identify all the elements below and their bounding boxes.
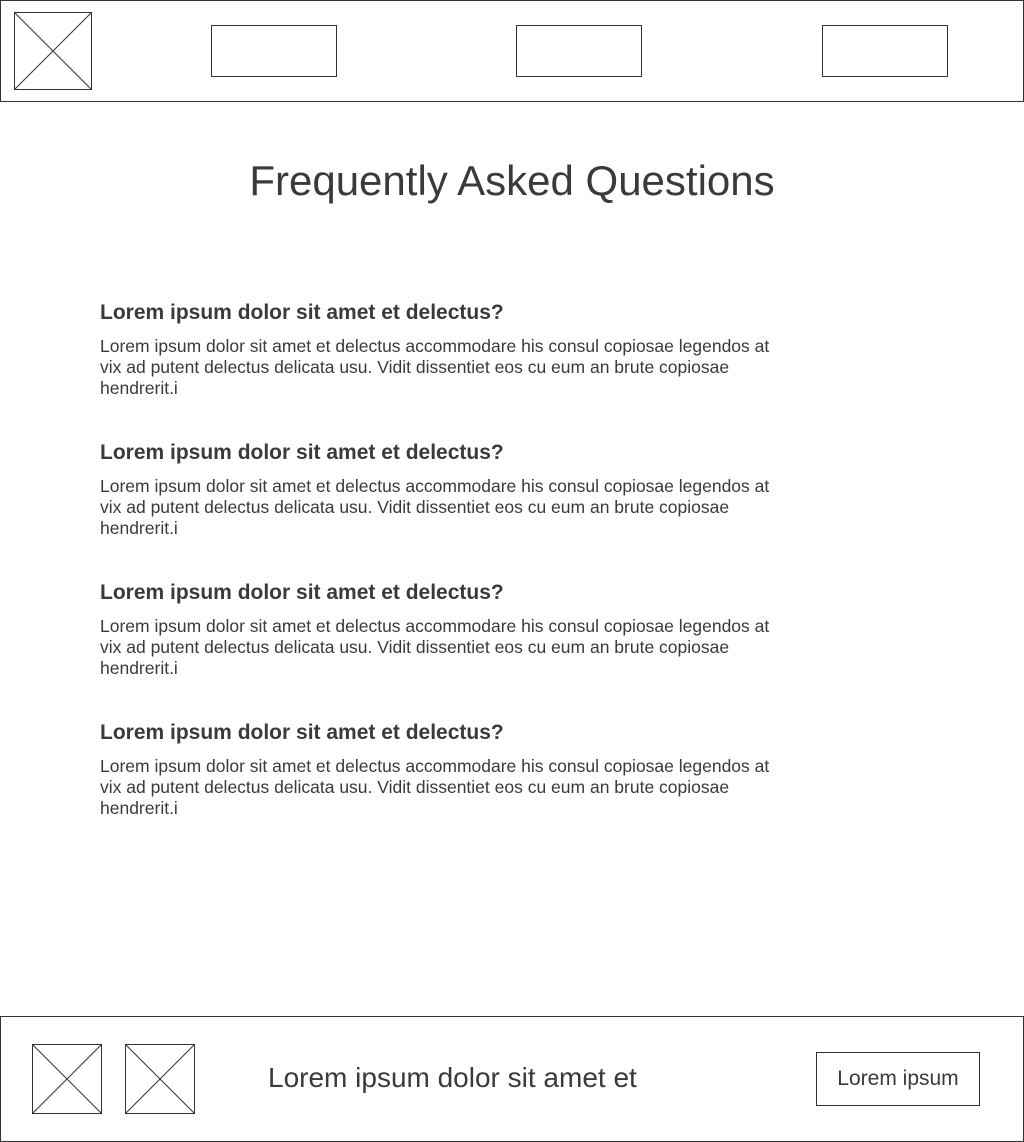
logo-image-placeholder-icon[interactable] [14,12,92,90]
footer-image-placeholder-icon[interactable] [125,1044,195,1114]
faq-answer: Lorem ipsum dolor sit amet et delectus a… [100,616,770,678]
footer-text: Lorem ipsum dolor sit amet et [268,1062,637,1093]
faq-item: Lorem ipsum dolor sit amet et delectus? … [100,719,790,859]
nav-button-2[interactable] [516,25,642,77]
faq-answer: Lorem ipsum dolor sit amet et delectus a… [100,336,770,398]
faq-item: Lorem ipsum dolor sit amet et delectus? … [100,439,790,579]
page-title: Frequently Asked Questions [249,157,775,204]
faq-question: Lorem ipsum dolor sit amet et delectus? [100,301,504,324]
footer-image-placeholder-icon[interactable] [32,1044,102,1114]
faq-answer: Lorem ipsum dolor sit amet et delectus a… [100,476,770,538]
faq-list: Lorem ipsum dolor sit amet et delectus? … [100,299,790,859]
faq-item: Lorem ipsum dolor sit amet et delectus? … [100,579,790,719]
faq-question: Lorem ipsum dolor sit amet et delectus? [100,441,504,464]
footer-button[interactable]: Lorem ipsum [816,1052,980,1106]
nav-button-1[interactable] [211,25,337,77]
faq-question: Lorem ipsum dolor sit amet et delectus? [100,581,504,604]
nav-button-3[interactable] [822,25,948,77]
faq-answer: Lorem ipsum dolor sit amet et delectus a… [100,756,770,818]
faq-question: Lorem ipsum dolor sit amet et delectus? [100,721,504,744]
faq-item: Lorem ipsum dolor sit amet et delectus? … [100,299,790,439]
